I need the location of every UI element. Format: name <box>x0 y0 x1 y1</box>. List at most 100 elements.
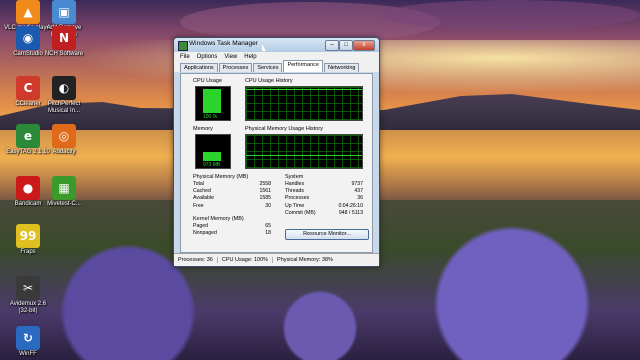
desktop-icon[interactable]: ◐ PitchPerfect Musical In... <box>40 76 88 115</box>
camstudio-icon: ◉ <box>16 26 40 50</box>
bandicam-icon: ● <box>16 176 40 200</box>
stat-key: Threads <box>285 188 305 195</box>
cloud <box>380 0 640 30</box>
mivetest-icon: ▦ <box>52 176 76 200</box>
stat-key: Cached <box>193 188 211 195</box>
physical-memory-table: Total 2558 Cached 1561 Available 1585 Free 30 <box>193 181 271 210</box>
tab-applications[interactable]: Applications <box>180 63 218 72</box>
memory-history-label: Physical Memory Usage History <box>245 126 323 132</box>
performance-panel: CPU Usage 100 % CPU Usage History Memory… <box>180 73 373 253</box>
ccleaner-icon: C <box>16 76 40 100</box>
kernel-memory-table: Paged 65 Nonpaged 18 <box>193 223 271 237</box>
fraps-icon: 99 <box>16 224 40 248</box>
stat-value: 65 <box>265 223 271 229</box>
stat-row: Up Time 0:04:26:10 <box>285 203 363 210</box>
title-bar[interactable]: Windows Task Manager – □ x <box>174 38 379 52</box>
stat-key: Nonpaged <box>193 230 217 237</box>
cpu-history-line <box>246 89 362 90</box>
tab-strip: Applications Processes Services Performa… <box>174 60 379 72</box>
desktop-icon-label: Avidemux 2.6 (32-bit) <box>9 301 47 314</box>
memory-label: Memory <box>193 126 213 132</box>
cpu-usage-bar <box>203 89 221 113</box>
desktop-icon-label: Fraps <box>20 249 36 255</box>
status-processes: Processes: 36 <box>174 257 218 263</box>
menu-bar: File Options View Help <box>174 52 379 62</box>
tuner-icon: ◐ <box>52 76 76 100</box>
system-heading: System <box>285 174 304 180</box>
stat-value: 1585 <box>259 195 271 202</box>
stat-key: Processes <box>285 195 310 202</box>
stat-value: 0:04:26:10 <box>338 202 363 209</box>
desktop-icon[interactable]: ↻ WinFF <box>4 326 52 358</box>
stat-key: Available <box>193 195 214 202</box>
mouse-cursor <box>262 44 266 51</box>
menu-file[interactable]: File <box>180 54 190 60</box>
system-table: Handles 9737 Threads 437 Processes 36 Up Time 0… <box>285 181 363 217</box>
cpu-usage-meter: 100 % <box>195 86 231 121</box>
stat-key: Total <box>193 181 204 187</box>
task-manager-window[interactable]: Windows Task Manager – □ x File Options … <box>173 37 380 267</box>
window-title: Windows Task Manager <box>189 40 258 47</box>
status-cpu-usage: CPU Usage: 100% <box>218 257 274 263</box>
stat-row: Handles 9737 <box>285 181 363 188</box>
memory-value: 973 MB <box>203 162 221 168</box>
tab-processes[interactable]: Processes <box>218 63 253 72</box>
status-physical-memory: Physical Memory: 38% <box>277 257 333 263</box>
physical-memory-heading: Physical Memory (MB) <box>193 174 249 180</box>
desktop-icon[interactable]: N NCH Software <box>40 26 88 58</box>
winff-icon: ↻ <box>16 326 40 350</box>
desktop-icon[interactable]: ◎ Audacity <box>40 124 88 156</box>
stat-row: Threads 437 <box>285 188 363 195</box>
minimize-button[interactable]: – <box>325 40 339 51</box>
tab-networking[interactable]: Networking <box>323 63 360 72</box>
stat-row: Cached 1561 <box>193 188 271 195</box>
stat-row: Paged 65 <box>193 223 271 230</box>
avidemux-icon: ✂ <box>16 276 40 300</box>
desktop-icon[interactable]: 99 Fraps <box>4 224 52 256</box>
memory-bar <box>203 151 221 161</box>
cpu-usage-value: 100 % <box>203 114 218 120</box>
close-button[interactable]: x <box>353 40 375 51</box>
stat-key: Free <box>193 202 204 209</box>
stat-value: 9737 <box>351 181 363 187</box>
stat-key: Handles <box>285 181 305 187</box>
tab-performance[interactable]: Performance <box>283 60 323 72</box>
programs-icon: ▣ <box>52 0 76 24</box>
stat-row: Commit (MB) 948 / 5113 <box>285 210 363 217</box>
desktop-icon[interactable]: ▦ Mivetest-C... <box>40 176 88 208</box>
stat-row: Nonpaged 18 <box>193 230 271 237</box>
menu-help[interactable]: Help <box>244 54 256 60</box>
stat-value: 1561 <box>259 188 271 195</box>
kernel-memory-heading: Kernel Memory (MB) <box>193 216 244 222</box>
memory-usage-history-graph <box>245 134 363 169</box>
stat-value: 2558 <box>259 181 271 187</box>
cpu-usage-history-graph <box>245 86 363 121</box>
stat-row: Available 1585 <box>193 195 271 202</box>
nch-icon: N <box>52 26 76 50</box>
audacity-icon: ◎ <box>52 124 76 148</box>
stat-key: Up Time <box>285 202 305 209</box>
status-bar: Processes: 36 CPU Usage: 100% Physical M… <box>174 253 379 266</box>
stat-value: 30 <box>265 202 271 209</box>
cpu-history-label: CPU Usage History <box>245 78 293 84</box>
tab-services[interactable]: Services <box>253 63 283 72</box>
stat-key: Commit (MB) <box>285 209 316 216</box>
menu-options[interactable]: Options <box>197 54 218 60</box>
maximize-button[interactable]: □ <box>339 40 353 51</box>
desktop-icon-label: NCH Software <box>44 51 84 57</box>
stat-row: Free 30 <box>193 203 271 210</box>
resource-monitor-button[interactable]: Resource Monitor... <box>285 229 369 240</box>
stat-value: 36 <box>357 195 363 202</box>
desktop-icon[interactable]: ✂ Avidemux 2.6 (32-bit) <box>4 276 52 315</box>
desktop-icon-label: Audacity <box>52 149 76 155</box>
desktop-icon-label: WinFF <box>19 351 37 357</box>
desktop-icon-label: Mivetest-C... <box>47 201 81 207</box>
memory-meter: 973 MB <box>195 134 231 169</box>
stat-row: Total 2558 <box>193 181 271 188</box>
stat-row: Processes 36 <box>285 195 363 202</box>
easytag-icon: e <box>16 124 40 148</box>
stat-key: Paged <box>193 223 209 229</box>
vlc-icon: ▲ <box>16 0 40 24</box>
menu-view[interactable]: View <box>224 54 237 60</box>
stat-value: 948 / 5113 <box>338 209 363 216</box>
